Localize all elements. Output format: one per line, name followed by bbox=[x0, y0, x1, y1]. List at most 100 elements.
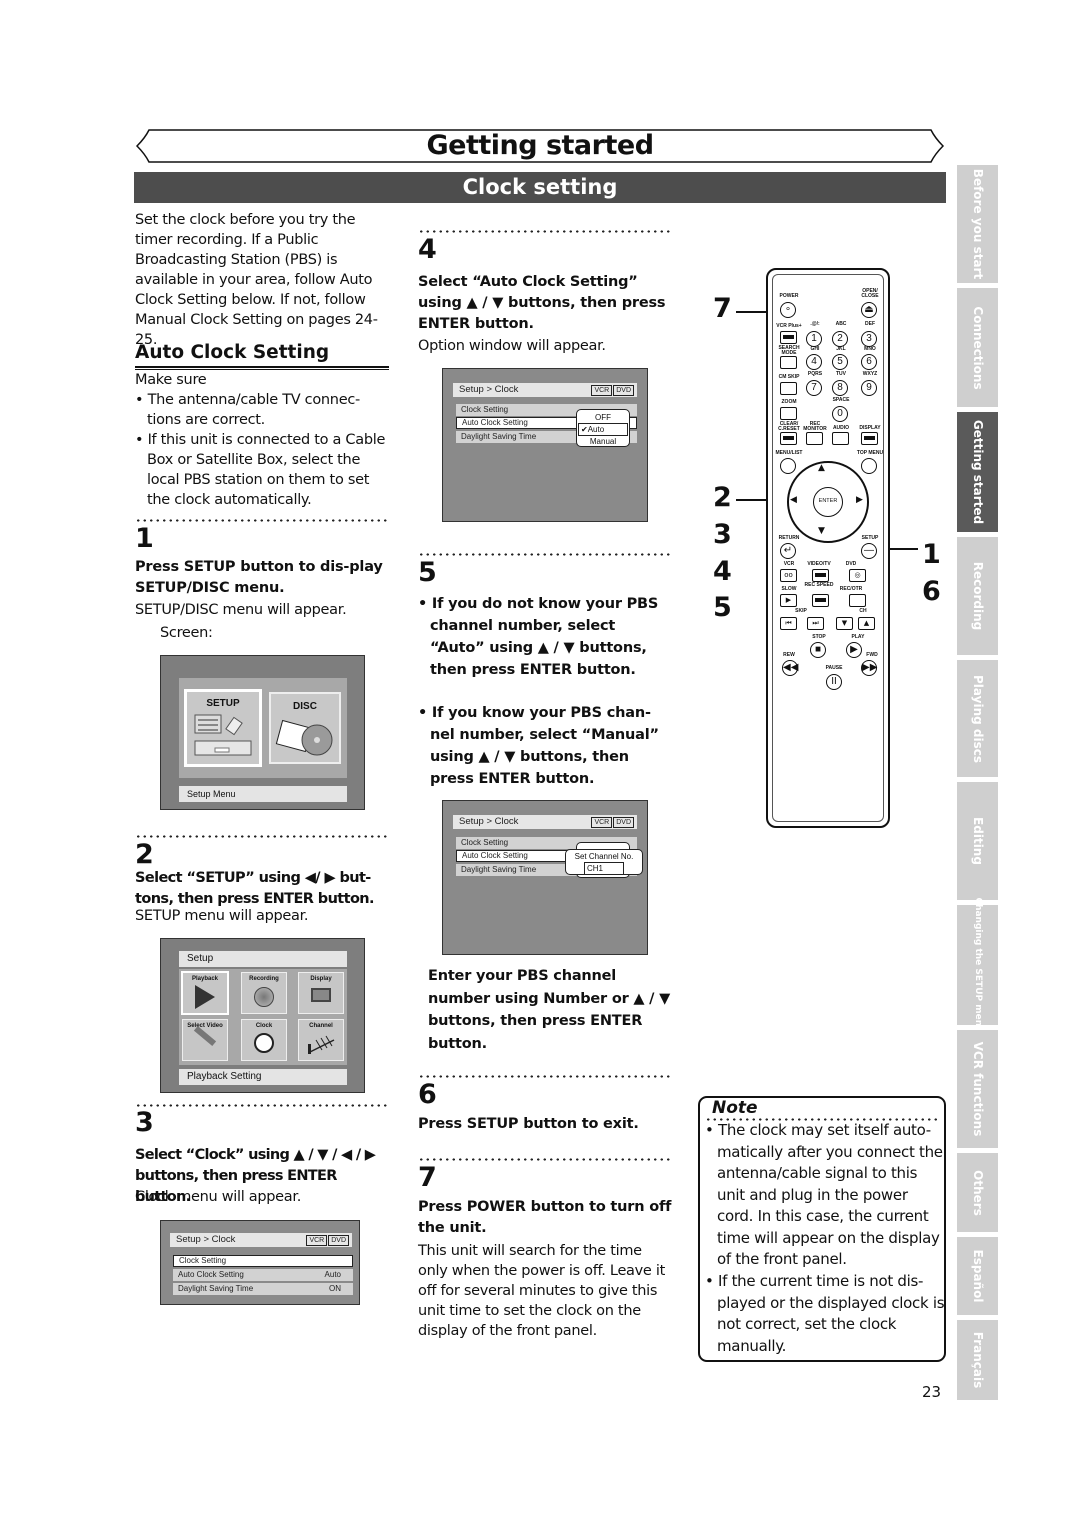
side-tab-espa-ol[interactable]: Español bbox=[957, 1237, 998, 1315]
option-manual[interactable]: Manual bbox=[577, 436, 629, 447]
row-auto-clock-setting[interactable]: Auto Clock Setting Auto bbox=[173, 1269, 353, 1281]
side-tab-vcr-functions[interactable]: VCR functions bbox=[957, 1030, 998, 1148]
setup-button[interactable]: — bbox=[861, 543, 877, 559]
row-clock-setting[interactable]: Clock Setting bbox=[173, 1255, 353, 1267]
key-glyph-icon: ▶ bbox=[785, 596, 792, 604]
step-number: 7 bbox=[418, 1162, 437, 1193]
note-bullet: • The clock may set itself auto-maticall… bbox=[705, 1121, 943, 1268]
clock-icon bbox=[254, 1033, 274, 1053]
audio-button[interactable] bbox=[832, 432, 849, 445]
zoom-button[interactable] bbox=[780, 407, 797, 420]
dvd-button[interactable]: ◎ bbox=[849, 569, 866, 582]
fwd-button[interactable]: ▶▶ bbox=[861, 660, 877, 676]
key-8-button[interactable]: 8 bbox=[832, 380, 848, 396]
channel-up-button[interactable]: ▲ bbox=[858, 617, 875, 630]
callout-step-7: 7 bbox=[713, 293, 732, 324]
remote-label-return: RETURN bbox=[778, 535, 800, 541]
dpad-left-button[interactable]: ◀ bbox=[790, 495, 797, 505]
display-button[interactable] bbox=[861, 432, 878, 445]
side-tab-others[interactable]: Others bbox=[957, 1153, 998, 1232]
remote-label-power: POWER bbox=[779, 293, 799, 299]
menu-list-button[interactable] bbox=[780, 458, 796, 474]
remote-label-fwd: FWD bbox=[866, 652, 878, 658]
tile-recording: Recording bbox=[241, 972, 287, 1014]
remote-label-k2: ABC bbox=[835, 321, 847, 327]
remote-label-zoom: ZOOM bbox=[781, 399, 797, 405]
step-divider bbox=[418, 1158, 670, 1161]
step-number: 6 bbox=[418, 1079, 437, 1110]
source-tags: VCR DVD bbox=[590, 385, 634, 396]
key-7-button[interactable]: 7 bbox=[806, 380, 822, 396]
step-divider bbox=[135, 519, 390, 522]
tile-playback: Playback bbox=[181, 971, 229, 1015]
step-divider bbox=[418, 230, 670, 233]
disc-film-icon bbox=[275, 719, 333, 756]
vcr-button[interactable]: oo bbox=[780, 569, 797, 582]
step-instruction: Press SETUP button to dis-play SETUP/DIS… bbox=[135, 559, 383, 596]
rec-speed-button[interactable] bbox=[812, 594, 829, 607]
key-1-button[interactable]: 1 bbox=[806, 331, 822, 347]
open-close-button[interactable]: ⏏ bbox=[861, 302, 877, 318]
dpad-down-button[interactable]: ▼ bbox=[818, 526, 825, 536]
side-tab-getting-started[interactable]: Getting started bbox=[957, 412, 998, 532]
side-tab-connections[interactable]: Connections bbox=[957, 288, 998, 407]
key-0-button[interactable]: 0 bbox=[832, 406, 848, 422]
video-tv-button[interactable] bbox=[812, 569, 829, 582]
top-menu-button[interactable] bbox=[861, 458, 877, 474]
skip-forward-button[interactable]: ⏭ bbox=[807, 617, 824, 630]
step-number: 2 bbox=[135, 839, 154, 870]
side-tab-fran-ais[interactable]: Français bbox=[957, 1320, 998, 1400]
setup-screen-title: Setup bbox=[179, 951, 347, 967]
key-9-button[interactable]: 9 bbox=[861, 380, 877, 396]
clock-menu-screen: Setup > Clock VCR DVD Clock Setting Auto … bbox=[160, 1220, 360, 1305]
side-tab-playing-discs[interactable]: Playing discs bbox=[957, 660, 998, 777]
source-tags: VCR DVD bbox=[305, 1235, 349, 1246]
return-button[interactable]: ↵ bbox=[780, 543, 796, 559]
remote-label-display: DISPLAY bbox=[859, 425, 881, 431]
enter-button[interactable]: ENTER bbox=[813, 487, 843, 517]
pause-button[interactable]: II bbox=[826, 674, 842, 690]
step-result: SETUP/DISC menu will appear. bbox=[135, 602, 347, 618]
key-4-button[interactable]: 4 bbox=[806, 354, 822, 370]
clock-screen-title: Setup > Clock VCR DVD bbox=[453, 383, 637, 397]
option-auto[interactable]: ✔Auto bbox=[578, 423, 628, 436]
clear-button[interactable] bbox=[780, 432, 797, 445]
play-icon bbox=[195, 985, 215, 1009]
step-divider bbox=[418, 553, 670, 556]
side-tab-editing[interactable]: Editing bbox=[957, 782, 998, 900]
auto-clock-options-popup: OFF ✔Auto Manual bbox=[576, 409, 630, 447]
remote-label-rew: REW bbox=[783, 652, 795, 658]
key-2-button[interactable]: 2 bbox=[832, 331, 848, 347]
side-tab-before-you-start[interactable]: Before you start bbox=[957, 165, 998, 283]
remote-label-skip: SKIP bbox=[795, 608, 807, 614]
step-result: This unit will search for the time only … bbox=[418, 1243, 665, 1339]
cm-skip-button[interactable] bbox=[780, 382, 797, 395]
bar-icon bbox=[864, 436, 875, 440]
step-result: SETUP menu will appear. bbox=[135, 908, 309, 924]
rec-monitor-button[interactable] bbox=[806, 432, 823, 445]
side-tab-changing-the-setup-menu[interactable]: Changing the SETUP menu bbox=[957, 897, 998, 1033]
key-6-button[interactable]: 6 bbox=[861, 354, 877, 370]
setup-screen-status: Playback Setting bbox=[179, 1069, 347, 1085]
power-button[interactable]: ∘ bbox=[780, 302, 796, 318]
dpad-up-button[interactable]: ▲ bbox=[818, 463, 825, 473]
stop-button[interactable]: ■ bbox=[810, 642, 826, 658]
vcr-plus-button[interactable] bbox=[780, 331, 797, 344]
row-daylight-saving[interactable]: Daylight Saving Time ON bbox=[173, 1283, 353, 1295]
option-off[interactable]: OFF bbox=[577, 412, 629, 423]
dpad-right-button[interactable]: ▶ bbox=[856, 495, 863, 505]
key-3-button[interactable]: 3 bbox=[861, 331, 877, 347]
rec-otr-button[interactable] bbox=[849, 594, 866, 607]
channel-input[interactable]: CH1 bbox=[584, 862, 624, 875]
side-tab-recording[interactable]: Recording bbox=[957, 537, 998, 655]
search-mode-button[interactable] bbox=[780, 356, 797, 369]
callout-step-6: 6 bbox=[922, 576, 941, 607]
channel-down-button[interactable]: ▼ bbox=[836, 617, 853, 630]
clock-screen-title: Setup > Clock VCR DVD bbox=[453, 815, 637, 829]
key-glyph-icon: ▼ bbox=[841, 619, 848, 627]
slow-button[interactable]: ▶ bbox=[780, 594, 797, 607]
skip-back-button[interactable]: ⏮ bbox=[780, 617, 797, 630]
note-bullet: • If the current time is not dis-played … bbox=[705, 1272, 945, 1355]
rew-button[interactable]: ◀◀ bbox=[782, 660, 798, 676]
key-5-button[interactable]: 5 bbox=[832, 354, 848, 370]
